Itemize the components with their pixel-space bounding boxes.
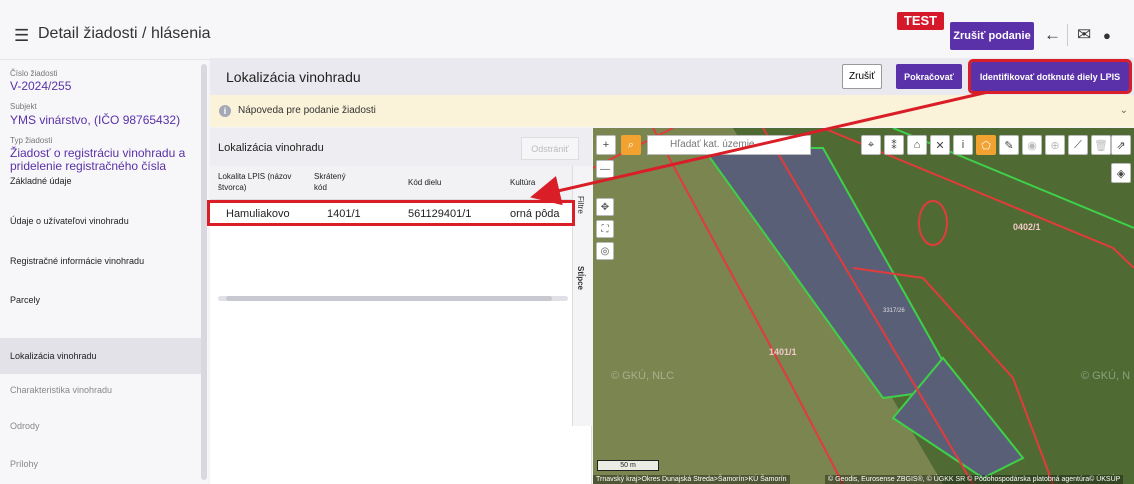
sidebar-item-varieties[interactable]: Odrody <box>0 408 201 444</box>
sidebar-item-basic-data[interactable]: Základné údaje <box>0 163 201 199</box>
sidebar-item-localization[interactable]: Lokalizácia vinohradu <box>0 338 201 374</box>
back-arrow-icon[interactable]: ← <box>1044 25 1061 45</box>
trash-icon[interactable]: 🗑 <box>1091 135 1111 155</box>
parcel-label-1401-1: 1401/1 <box>769 347 797 357</box>
map[interactable]: + ⌕ ≡ Hľadať kat. územie ⌖ ⁑ ⌂ ✕ i ⬠ ✎ ◉… <box>593 128 1134 484</box>
sidebar-item-parcels[interactable]: Parcely <box>0 282 201 318</box>
map-search-input[interactable]: Hľadať kat. územie <box>647 135 811 155</box>
sidebar-scrollbar[interactable] <box>201 64 207 480</box>
draw-polygon-icon[interactable]: ⬠ <box>976 135 996 155</box>
help-bar[interactable]: i Nápoveda pre podanie žiadosti ⌄ <box>210 95 1134 127</box>
cancel-button[interactable]: Zrušiť <box>842 64 882 89</box>
user-icon[interactable]: ● <box>1103 28 1111 43</box>
layers-icon[interactable]: ◈ <box>1111 163 1131 183</box>
row-highlight <box>207 200 575 226</box>
fullscreen-icon[interactable]: ⛶ <box>596 220 614 238</box>
polygon-icon[interactable]: ⌂ <box>907 135 927 155</box>
test-badge: TEST <box>897 12 944 30</box>
table-header: Lokalita LPIS (názov štvorca) Skrátený k… <box>210 166 572 200</box>
info-tool-icon[interactable]: i <box>953 135 973 155</box>
info-icon: i <box>219 105 231 117</box>
col-short-code[interactable]: Skrátený kód <box>314 171 354 193</box>
section-title: Lokalizácia vinohradu <box>226 69 361 85</box>
eye-icon[interactable]: ◉ <box>1022 135 1042 155</box>
subject-label: Subjekt <box>10 102 37 111</box>
parcel-label-0402-1: 0402/1 <box>1013 222 1041 232</box>
map-watermark-right: © GKÚ, N <box>1081 370 1131 382</box>
table-hscrollbar[interactable] <box>218 296 568 301</box>
section-header: Lokalizácia vinohradu Zrušiť Pokračovať … <box>210 58 1134 95</box>
pan-icon[interactable]: ✥ <box>596 198 614 216</box>
hamburger-menu-icon[interactable]: ☰ <box>14 26 29 46</box>
table-title: Lokalizácia vinohradu <box>218 142 324 154</box>
map-scale-bar: 50 m <box>597 460 659 471</box>
request-type-label: Typ žiadosti <box>10 136 53 145</box>
table-panel: Lokalizácia vinohradu Odstrániť Lokalita… <box>210 128 592 484</box>
col-lokalita[interactable]: Lokalita LPIS (názov štvorca) <box>218 171 298 193</box>
map-attribution: © Geodis, Eurosense ZBGIS®, © ÚGKK SR © … <box>825 475 1124 484</box>
sidebar: Číslo žiadosti V-2024/255 Subjekt YMS vi… <box>0 60 208 484</box>
identify-lpis-button[interactable]: Identifikovať dotknuté diely LPIS <box>968 59 1132 94</box>
sidebar-item-user-data[interactable]: Údaje o užívateľovi vinohradu <box>0 203 201 239</box>
request-number-value: V-2024/255 <box>10 79 72 93</box>
cancel-submission-button[interactable]: Zrušiť podanie <box>950 22 1034 50</box>
zoom-in-button[interactable]: + <box>596 135 616 155</box>
top-bar: ☰ Detail žiadosti / hlásenia TEST Zrušiť… <box>0 0 1134 60</box>
filters-tab[interactable]: Filtre <box>576 196 585 214</box>
search-icon[interactable]: ⌕ <box>621 135 641 155</box>
remove-button[interactable]: Odstrániť <box>521 137 579 160</box>
col-part-code[interactable]: Kód dielu <box>408 177 441 188</box>
request-number-label: Číslo žiadosti <box>10 69 58 78</box>
merge-icon[interactable]: ⊕ <box>1045 135 1065 155</box>
continue-button[interactable]: Pokračovať <box>896 64 962 89</box>
map-watermark: © GKÚ, NLC <box>611 370 675 382</box>
side-tabs: Filtre Stĺpce <box>572 166 592 426</box>
split-icon[interactable]: ⁑ <box>884 135 904 155</box>
mail-icon[interactable]: ✉ <box>1077 25 1091 45</box>
map-canvas <box>593 128 1134 484</box>
help-text: Nápoveda pre podanie žiadosti <box>238 105 376 116</box>
pencil-icon[interactable]: ✎ <box>999 135 1019 155</box>
close-icon[interactable]: ✕ <box>930 135 950 155</box>
measure-icon[interactable]: ⟋ <box>1068 135 1088 155</box>
pin-icon[interactable]: ⌖ <box>861 135 881 155</box>
chevron-down-icon[interactable]: ⌄ <box>1120 105 1128 116</box>
table-panel-header: Lokalizácia vinohradu Odstrániť <box>210 128 592 166</box>
export-icon[interactable]: ⇗ <box>1111 135 1131 155</box>
divider <box>1067 24 1068 46</box>
locate-icon[interactable]: ◎ <box>596 242 614 260</box>
parcel-label-3317: 3317/26 <box>883 308 905 314</box>
page-title: Detail žiadosti / hlásenia <box>38 25 211 42</box>
col-culture[interactable]: Kultúra <box>510 177 535 188</box>
sidebar-item-characteristics[interactable]: Charakteristika vinohradu <box>0 372 201 408</box>
scroll-thumb[interactable] <box>226 296 552 301</box>
subject-value: YMS vinárstvo, (IČO 98765432) <box>10 113 181 127</box>
sidebar-item-attachments[interactable]: Prílohy <box>0 446 201 482</box>
zoom-out-button[interactable]: — <box>596 160 614 178</box>
sidebar-item-registration-info[interactable]: Registračné informácie vinohradu <box>0 243 201 279</box>
columns-tab[interactable]: Stĺpce <box>576 266 585 290</box>
map-breadcrumb: Trnavský kraj>Okres Dunajská Streda>Šamo… <box>593 475 790 484</box>
